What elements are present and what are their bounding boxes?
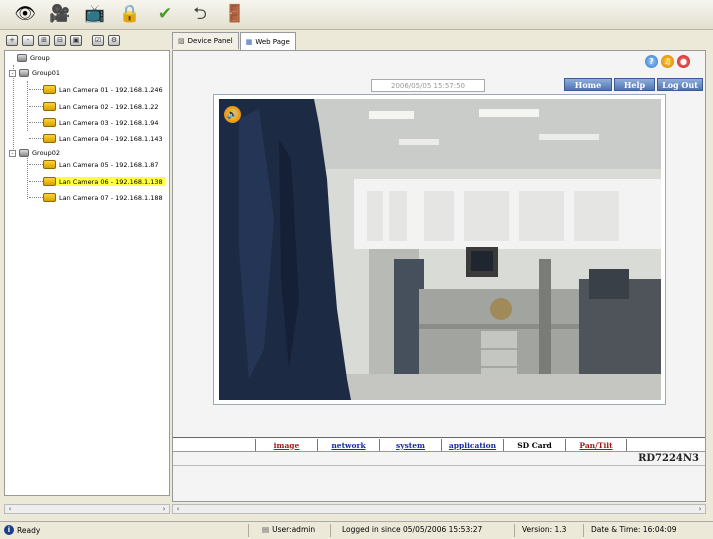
stop-icon[interactable]: ●	[677, 55, 690, 68]
logout-button[interactable]: Log Out	[657, 78, 703, 91]
office-scene	[219, 99, 661, 400]
tree-toolbar: + - ⊞ ⊟ ▣ ☑ ⚙	[0, 31, 170, 49]
menu-pan-tilt[interactable]: Pan/Tilt	[565, 439, 627, 451]
record-icon[interactable]: 🎥	[49, 4, 71, 26]
tab-device-panel[interactable]: ▨ Device Panel	[172, 32, 239, 49]
scroll-right-icon[interactable]: ›	[695, 505, 705, 513]
status-bar: i Ready ▤ User:admin Logged in since 05/…	[0, 521, 713, 539]
exit-icon[interactable]: 🚪	[224, 4, 246, 26]
tree-root[interactable]: Group	[17, 54, 50, 62]
tab-bar: ▨ Device Panel ▦ Web Page	[172, 32, 297, 50]
camera-icon	[43, 85, 56, 94]
tab-web-page[interactable]: ▦ Web Page	[239, 32, 296, 50]
web-page-icon: ▦	[245, 37, 253, 46]
main-toolbar: 👁 🎥 📺 🔒 ✔ ⮌ 🚪	[0, 0, 713, 30]
status-version: Version: 1.3	[522, 525, 567, 534]
status-datetime: Date & Time: 16:04:09	[591, 525, 677, 534]
tree-horizontal-scrollbar[interactable]: ‹ ›	[4, 504, 170, 514]
help-button[interactable]: Help	[614, 78, 655, 91]
status-ready: Ready	[17, 525, 41, 535]
tree-camera[interactable]: Lan Camera 01 - 192.168.1.246	[43, 85, 163, 94]
camera-icon	[43, 193, 56, 202]
menu-network[interactable]: network	[317, 439, 379, 451]
scroll-left-icon[interactable]: ‹	[5, 505, 15, 513]
search-device-icon[interactable]: ⚙	[108, 34, 120, 46]
camera-datetime: 2006/05/05 15:57:50	[371, 79, 485, 92]
menu-system[interactable]: system	[379, 439, 441, 451]
snapshot-icon[interactable]: ✔	[154, 4, 176, 26]
monitor-icon[interactable]: 📺	[84, 4, 106, 26]
home-button[interactable]: Home	[564, 78, 612, 91]
camera-icon	[43, 102, 56, 111]
scroll-left-icon[interactable]: ‹	[173, 505, 183, 513]
web-page-view: 2006/05/05 15:57:50 ? ♫ ● Home Help Log …	[172, 50, 706, 502]
tree-camera[interactable]: Lan Camera 03 - 192.168.1.94	[43, 118, 159, 127]
audio-icon[interactable]: ♫	[661, 55, 674, 68]
connect-icon[interactable]: ⮌	[189, 4, 211, 26]
device-panel-icon: ▨	[178, 37, 185, 45]
model-number: RD7224N3	[638, 453, 699, 464]
tree-group[interactable]: - Group02	[9, 149, 60, 157]
remove-group-icon[interactable]: -	[22, 34, 34, 46]
camera-icon	[43, 160, 56, 169]
group-icon	[19, 69, 29, 77]
menu-sd-card[interactable]: SD Card	[503, 439, 565, 451]
camera-icon	[43, 118, 56, 127]
camera-video[interactable]: 🔊	[219, 99, 661, 400]
tree-camera[interactable]: Lan Camera 07 - 192.168.1.188	[43, 193, 163, 202]
tree-camera[interactable]: Lan Camera 02 - 192.168.1.22	[43, 102, 159, 111]
edit-camera-icon[interactable]: ▣	[70, 34, 82, 46]
web-horizontal-scrollbar[interactable]: ‹ ›	[172, 504, 706, 514]
tree-camera[interactable]: Lan Camera 05 - 192.168.1.87	[43, 160, 159, 169]
menu-image[interactable]: image	[255, 439, 317, 451]
camera-settings-menu: image network system application SD Card…	[173, 437, 705, 452]
remove-camera-icon[interactable]: ⊟	[54, 34, 66, 46]
tree-camera-selected[interactable]: Lan Camera 06 - 192.168.1.138	[43, 177, 165, 186]
info-icon[interactable]: ?	[645, 55, 658, 68]
camera-icon	[43, 177, 56, 186]
collapse-icon[interactable]: -	[9, 149, 16, 157]
menu-application[interactable]: application	[441, 439, 503, 451]
device-tree: Group - Group01 Lan Camera 01 - 192.168.…	[4, 50, 170, 496]
user-icon: ▤	[262, 525, 270, 534]
view-icon[interactable]: 👁	[14, 4, 36, 26]
group-icon	[17, 54, 27, 62]
tree-camera[interactable]: Lan Camera 04 - 192.168.1.143	[43, 134, 163, 143]
speaker-icon[interactable]: 🔊	[224, 106, 241, 123]
video-frame: 🔊	[213, 94, 666, 405]
collapse-icon[interactable]: -	[9, 69, 16, 77]
add-camera-icon[interactable]: ⊞	[38, 34, 50, 46]
divider	[173, 465, 705, 466]
scroll-right-icon[interactable]: ›	[159, 505, 169, 513]
status-logged-in: Logged in since 05/05/2006 15:53:27	[342, 525, 483, 534]
properties-icon[interactable]: ☑	[92, 34, 104, 46]
group-icon	[19, 149, 29, 157]
info-status-icon: i	[4, 525, 14, 535]
tree-group[interactable]: - Group01	[9, 69, 60, 77]
camera-icon	[43, 134, 56, 143]
lock-icon[interactable]: 🔒	[119, 4, 141, 26]
add-group-icon[interactable]: +	[6, 34, 18, 46]
status-user: User:admin	[272, 525, 316, 534]
